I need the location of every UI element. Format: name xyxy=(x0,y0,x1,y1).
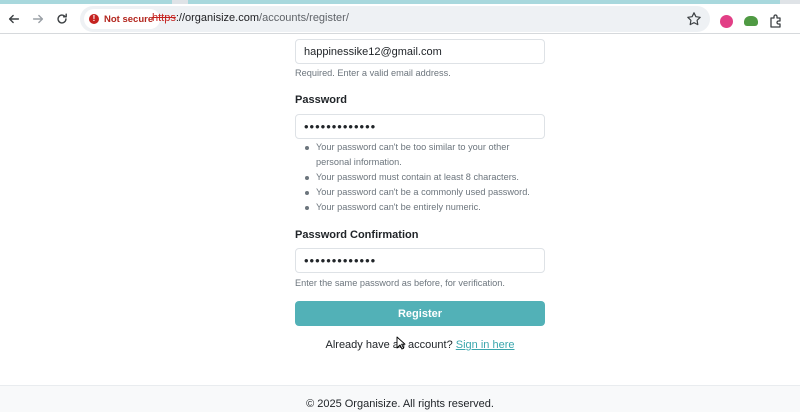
password-label: Password xyxy=(295,94,347,106)
security-label: Not secure xyxy=(104,13,154,25)
browser-toolbar: ! Not secure https://organisize.com/acco… xyxy=(0,4,800,34)
email-value: happinessike12@gmail.com xyxy=(304,45,442,58)
reload-button[interactable] xyxy=(50,7,74,31)
footer: © 2025 Organisize. All rights reserved. xyxy=(0,385,800,412)
password-rule: Your password must contain at least 8 ch… xyxy=(295,170,545,185)
password-confirmation-field[interactable]: ••••••••••••• xyxy=(295,248,545,273)
bookmark-star-icon[interactable] xyxy=(686,11,702,27)
extension-icon[interactable] xyxy=(720,15,733,28)
extension-turtle-icon[interactable] xyxy=(744,16,758,26)
password-rule-continuation: personal information. xyxy=(316,157,402,167)
url-text[interactable]: https://organisize.com/accounts/register… xyxy=(152,12,349,24)
email-help-text: Required. Enter a valid email address. xyxy=(295,68,451,78)
url-path: /accounts/register/ xyxy=(259,12,349,24)
url-scheme: https xyxy=(152,12,176,24)
password-rule: Your password can't be entirely numeric. xyxy=(295,200,545,215)
password-confirmation-label: Password Confirmation xyxy=(295,229,419,241)
signin-prompt: Already have an account? Sign in here xyxy=(295,339,545,351)
extensions-puzzle-icon[interactable] xyxy=(768,13,784,29)
email-field[interactable]: happinessike12@gmail.com xyxy=(295,39,545,64)
reload-icon xyxy=(57,13,67,24)
mouse-cursor-icon xyxy=(396,336,406,350)
password-rule: Your password can't be too similar to yo… xyxy=(295,140,545,155)
register-button-label: Register xyxy=(397,307,443,320)
register-button[interactable]: Register xyxy=(295,301,545,326)
footer-copyright: © 2025 Organisize. All rights reserved. xyxy=(306,398,494,410)
forward-arrow-icon xyxy=(32,14,44,24)
security-indicator[interactable]: ! Not secure xyxy=(84,9,161,29)
password-rule: Your password can't be a commonly used p… xyxy=(295,185,545,200)
back-arrow-icon xyxy=(8,14,20,24)
address-bar[interactable]: ! Not secure https://organisize.com/acco… xyxy=(80,6,710,32)
password-confirmation-value: ••••••••••••• xyxy=(304,253,377,268)
password-field[interactable]: ••••••••••••• xyxy=(295,114,545,139)
forward-button[interactable] xyxy=(26,7,50,31)
password-rules-list: Your password can't be too similar to yo… xyxy=(295,140,545,215)
url-host: ://organisize.com xyxy=(175,12,260,24)
signin-prompt-text: Already have an account? xyxy=(325,339,453,351)
signin-link[interactable]: Sign in here xyxy=(456,339,515,351)
back-button[interactable] xyxy=(2,7,26,31)
warning-icon: ! xyxy=(89,14,99,24)
register-page: happinessike12@gmail.com Required. Enter… xyxy=(0,35,800,412)
password-confirmation-help-text: Enter the same password as before, for v… xyxy=(295,278,505,288)
password-value: ••••••••••••• xyxy=(304,119,377,134)
